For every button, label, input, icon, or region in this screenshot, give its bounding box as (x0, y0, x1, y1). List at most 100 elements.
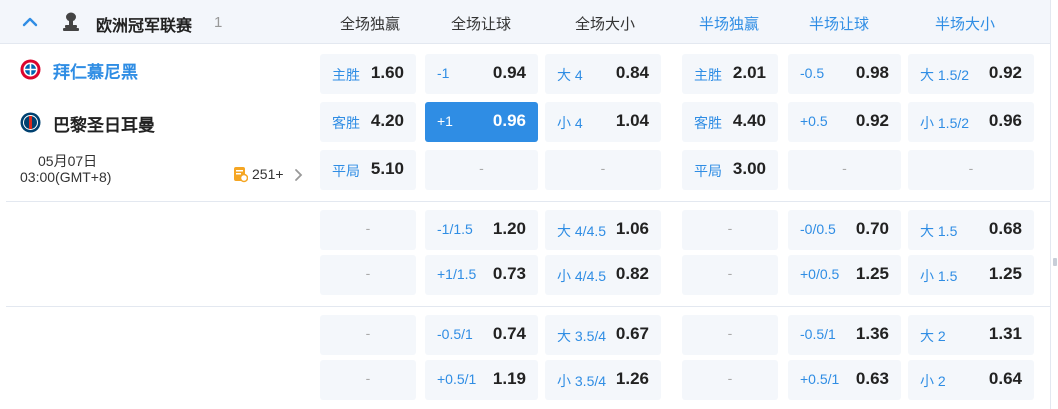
odds-value: 1.31 (988, 324, 1022, 343)
home-team-name: 拜仁慕尼黑 (53, 63, 138, 82)
odds-empty: - (365, 265, 371, 281)
odds-full-handicap-row-3[interactable]: -1/1.5 1.20 (425, 210, 538, 250)
odds-value: 0.67 (615, 324, 649, 343)
odds-empty: - (479, 160, 484, 176)
odds-label: 小 3.5/4 (557, 373, 607, 389)
odds-value: 1.06 (615, 219, 649, 238)
odds-value: 0.84 (615, 63, 649, 82)
odds-label: -1/1.5 (437, 221, 473, 237)
odds-half-total-row-3[interactable]: 大 1.5 0.68 (908, 210, 1034, 250)
odds-full-total-row-4[interactable]: 小 4/4.5 0.82 (545, 255, 661, 295)
odds-empty: - (600, 160, 606, 176)
odds-full-handicap-row-6[interactable]: +0.5/1 1.19 (425, 360, 538, 400)
odds-half-1x2-row-4: - (682, 255, 778, 295)
match-time: 03:00(GMT+8) (20, 169, 112, 185)
odds-half-1x2-row-5: - (682, 315, 778, 355)
odds-label: +0.5 (800, 113, 828, 129)
odds-label: 大 2 (920, 328, 946, 344)
odds-value: 3.00 (732, 159, 766, 178)
odds-value: 0.82 (615, 264, 649, 283)
odds-half-total-row-0[interactable]: 大 1.5/2 0.92 (908, 54, 1034, 94)
odds-half-total-row-6[interactable]: 小 2 0.64 (908, 360, 1034, 400)
odds-full-1x2-row-3: - (320, 210, 416, 250)
odds-full-handicap-row-5[interactable]: -0.5/1 0.74 (425, 315, 538, 355)
odds-value: 0.73 (492, 264, 526, 283)
odds-value: 5.10 (370, 159, 404, 178)
col-header-full-total: 全场大小 (574, 16, 635, 33)
odds-value: 0.68 (988, 219, 1022, 238)
odds-full-handicap-row-4[interactable]: +1/1.5 0.73 (425, 255, 538, 295)
odds-value: 0.64 (988, 369, 1022, 388)
odds-empty: - (727, 265, 733, 281)
odds-label: +1/1.5 (437, 266, 477, 282)
table-edge (1050, 0, 1051, 409)
col-header-half-1x2: 半场独赢 (698, 16, 759, 33)
odds-half-handicap-row-6[interactable]: +0.5/1 0.63 (788, 360, 901, 400)
odds-half-handicap-row-1[interactable]: +0.5 0.92 (788, 102, 901, 142)
odds-label: 小 1.5/2 (920, 115, 970, 131)
odds-half-handicap-row-0[interactable]: -0.5 0.98 (788, 54, 901, 94)
odds-label: -0/0.5 (800, 221, 836, 237)
odds-half-1x2-row-0[interactable]: 主胜 2.01 (682, 54, 778, 94)
odds-value: 0.74 (492, 324, 526, 343)
odds-label: 大 1.5 (920, 223, 958, 239)
odds-half-handicap-row-3[interactable]: -0/0.5 0.70 (788, 210, 901, 250)
odds-label: -0.5 (800, 65, 825, 81)
odds-label: 客胜 (332, 115, 360, 131)
odds-half-handicap-row-2: - (788, 150, 901, 190)
odds-full-total-row-5[interactable]: 大 3.5/4 0.67 (545, 315, 661, 355)
odds-empty: - (365, 220, 371, 236)
row-separator (6, 306, 1050, 307)
odds-label: 小 2 (920, 373, 946, 389)
odds-label: 小 1.5 (920, 268, 958, 284)
odds-full-1x2-row-1[interactable]: 客胜 4.20 (320, 102, 416, 142)
odds-half-1x2-row-2[interactable]: 平局 3.00 (682, 150, 778, 190)
odds-value: 0.94 (492, 63, 526, 82)
odds-full-1x2-row-2[interactable]: 平局 5.10 (320, 150, 416, 190)
odds-empty: - (842, 160, 847, 176)
odds-half-1x2-row-1[interactable]: 客胜 4.40 (682, 102, 778, 142)
odds-value: 4.40 (732, 111, 766, 130)
odds-value: 1.25 (988, 264, 1022, 283)
odds-half-handicap-row-4[interactable]: +0/0.5 1.25 (788, 255, 901, 295)
odds-full-total-row-3[interactable]: 大 4/4.5 1.06 (545, 210, 661, 250)
col-header-full-1x2: 全场独赢 (339, 16, 400, 33)
odds-value: 0.63 (855, 369, 889, 388)
odds-value: 0.98 (855, 63, 889, 82)
odds-half-total-row-5[interactable]: 大 2 1.31 (908, 315, 1034, 355)
odds-full-handicap-row-1[interactable]: +1 0.96 (425, 102, 538, 142)
scroll-indicator[interactable] (1053, 258, 1057, 266)
odds-label: 大 4 (557, 67, 583, 83)
odds-value: 1.20 (492, 219, 526, 238)
odds-label: 小 4/4.5 (557, 268, 607, 284)
odds-value: 1.25 (855, 264, 889, 283)
odds-label: 客胜 (694, 115, 722, 131)
odds-full-total-row-6[interactable]: 小 3.5/4 1.26 (545, 360, 661, 400)
odds-value: 1.26 (615, 369, 649, 388)
odds-empty: - (365, 325, 371, 341)
odds-full-handicap-row-0[interactable]: -1 0.94 (425, 54, 538, 94)
markets-icon (234, 167, 248, 183)
league-header: 欧洲冠军联赛 1 全场独赢 全场让球 全场大小 半场独赢 半场让球 半场大小 (0, 0, 1050, 44)
chevron-right-icon (295, 169, 303, 181)
odds-full-handicap-row-2: - (425, 150, 538, 190)
row-separator (6, 201, 1050, 202)
odds-half-handicap-row-5[interactable]: -0.5/1 1.36 (788, 315, 901, 355)
odds-full-1x2-row-0[interactable]: 主胜 1.60 (320, 54, 416, 94)
odds-label: 小 4 (557, 115, 583, 131)
odds-full-total-row-2: - (545, 150, 661, 190)
odds-full-total-row-0[interactable]: 大 4 0.84 (545, 54, 661, 94)
col-header-full-handicap: 全场让球 (450, 16, 511, 33)
odds-label: 大 3.5/4 (557, 328, 607, 344)
chevron-up-icon[interactable] (21, 13, 39, 31)
trophy-icon (63, 12, 79, 31)
odds-value: 0.92 (988, 63, 1022, 82)
odds-half-total-row-1[interactable]: 小 1.5/2 0.96 (908, 102, 1034, 142)
odds-half-1x2-row-6: - (682, 360, 778, 400)
odds-value: 1.36 (855, 324, 889, 343)
odds-half-total-row-4[interactable]: 小 1.5 1.25 (908, 255, 1034, 295)
odds-half-1x2-row-3: - (682, 210, 778, 250)
away-team-name: 巴黎圣日耳曼 (53, 116, 155, 135)
odds-full-1x2-row-5: - (320, 315, 416, 355)
odds-full-total-row-1[interactable]: 小 4 1.04 (545, 102, 661, 142)
